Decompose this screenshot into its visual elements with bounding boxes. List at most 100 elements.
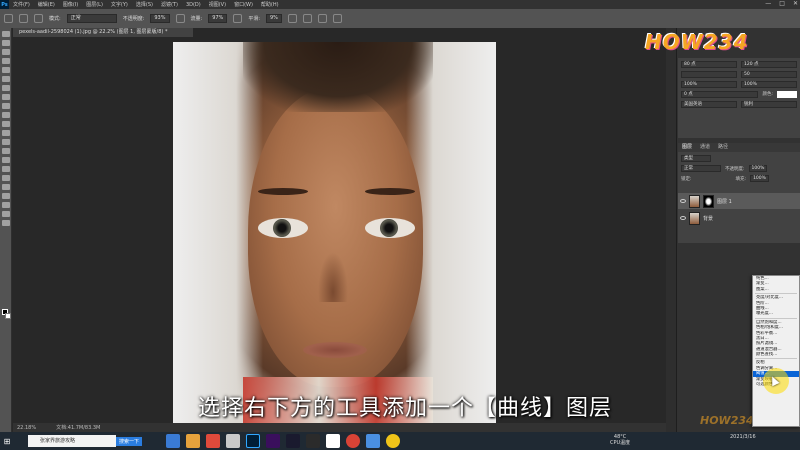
close-button[interactable]: ✕ (793, 0, 798, 7)
tab-channels[interactable]: 通道 (700, 143, 710, 152)
taskbar-search-button[interactable]: 搜索一下 (116, 436, 143, 446)
horizontal-scale-field[interactable]: 100% (741, 81, 797, 88)
airbrush-icon[interactable] (233, 14, 243, 23)
app-icon[interactable] (386, 434, 401, 448)
background-color-swatch[interactable] (5, 313, 11, 319)
eyedropper-tool-icon[interactable] (1, 85, 10, 91)
brush-settings-icon[interactable] (34, 14, 43, 23)
taskbar-search-field[interactable]: 张家界旅游攻略 (28, 435, 116, 447)
maximize-button[interactable]: □ (779, 0, 785, 7)
clone-stamp-tool-icon[interactable] (1, 112, 10, 118)
visibility-eye-icon[interactable] (680, 216, 686, 220)
lasso-tool-icon[interactable] (1, 49, 10, 55)
pressure-opacity-icon[interactable] (175, 14, 185, 23)
eraser-tool-icon[interactable] (1, 130, 10, 136)
baseline-shift-field[interactable]: 0 点 (681, 91, 759, 98)
brush-tool-icon[interactable] (1, 103, 10, 109)
angle-icon[interactable] (302, 14, 312, 23)
tracking-field[interactable]: 50 (741, 71, 797, 78)
menu-layer[interactable]: 图层(L) (82, 1, 107, 8)
document-tab[interactable]: pexels-aadil-2598024 (1).jpg @ 22.2% (图层… (13, 28, 193, 37)
task-view-icon[interactable] (166, 434, 181, 448)
flow-field[interactable]: 97% (208, 14, 228, 23)
app-icon[interactable] (306, 434, 321, 448)
zoom-tool-icon[interactable] (1, 211, 10, 217)
layer-thumbnail (689, 211, 700, 225)
hand-tool-icon[interactable] (1, 202, 10, 208)
cpu-temperature[interactable]: 48°C CPU温度 (610, 434, 630, 446)
text-color-swatch[interactable] (777, 91, 797, 98)
menu-type[interactable]: 文字(Y) (107, 1, 132, 8)
leading-field[interactable]: 120 点 (741, 61, 797, 68)
layer-mask-thumbnail[interactable] (703, 194, 714, 208)
layer-row[interactable]: 图层 1 (678, 193, 800, 209)
menu-filter[interactable]: 滤镜(T) (157, 1, 182, 8)
path-select-tool-icon[interactable] (1, 184, 10, 190)
windows-start-icon[interactable]: ⊞ (0, 432, 14, 450)
menu-help[interactable]: 帮助(H) (257, 1, 283, 8)
move-tool-icon[interactable] (1, 31, 10, 37)
chrome-icon[interactable] (206, 434, 221, 448)
system-clock[interactable]: 2021/3/16 (730, 434, 756, 441)
premiere-taskbar-icon[interactable] (266, 434, 281, 448)
menu-image[interactable]: 图像(I) (59, 1, 82, 8)
crop-tool-icon[interactable] (1, 67, 10, 73)
symmetry-icon[interactable] (332, 14, 342, 23)
adjustment-menu-item[interactable]: 曝光度... (753, 311, 799, 316)
more-tools-icon[interactable] (1, 220, 10, 226)
layer-row[interactable]: 背景 (678, 210, 800, 226)
antialias-select[interactable]: 锐利 (741, 101, 797, 108)
font-size-field[interactable]: 80 点 (681, 61, 737, 68)
layer-thumbnail (689, 194, 700, 208)
blend-mode-select[interactable]: 正常 (681, 165, 721, 172)
portrait-photo[interactable] (173, 42, 496, 426)
fill-field[interactable]: 100% (750, 175, 769, 182)
document-info[interactable]: 文档:41.7M/83.3M (56, 424, 100, 431)
menu-select[interactable]: 选择(S) (132, 1, 157, 8)
visibility-eye-icon[interactable] (680, 199, 686, 203)
zoom-level[interactable]: 22.18% (17, 425, 36, 431)
marquee-tool-icon[interactable] (1, 40, 10, 46)
app-icon[interactable] (326, 434, 341, 448)
kerning-field[interactable] (681, 71, 737, 78)
mode-label: 模式: (49, 16, 61, 22)
photoshop-taskbar-icon[interactable] (246, 434, 261, 448)
tab-layers[interactable]: 图层 (682, 143, 692, 152)
smoothing-settings-icon[interactable] (287, 14, 297, 23)
app-icon[interactable] (226, 434, 241, 448)
menu-edit[interactable]: 编辑(E) (34, 1, 59, 8)
app-icon[interactable] (366, 434, 381, 448)
pressure-size-icon[interactable] (317, 14, 327, 23)
adjustment-menu-item[interactable]: 颜色查找... (753, 352, 799, 357)
menu-view[interactable]: 视图(V) (205, 1, 230, 8)
rectangle-tool-icon[interactable] (1, 193, 10, 199)
mode-select[interactable]: 正常 (66, 14, 117, 23)
dodge-tool-icon[interactable] (1, 157, 10, 163)
after-effects-taskbar-icon[interactable] (286, 434, 301, 448)
layer-opacity-field[interactable]: 100% (748, 165, 768, 172)
adjustment-menu-item[interactable]: 图案... (753, 287, 799, 292)
brush-preset-icon[interactable] (19, 14, 28, 23)
opacity-field[interactable]: 93% (150, 14, 170, 23)
type-tool-icon[interactable] (1, 175, 10, 181)
tab-paths[interactable]: 路径 (718, 143, 728, 152)
healing-brush-tool-icon[interactable] (1, 94, 10, 100)
menu-file[interactable]: 文件(F) (9, 1, 34, 8)
minimize-button[interactable]: — (765, 0, 771, 7)
layer-filter-select[interactable]: 类型 (681, 155, 711, 162)
options-bar: 模式: 正常 不透明度: 93% 流量: 97% 平滑: 9% (0, 9, 800, 28)
file-explorer-icon[interactable] (186, 434, 201, 448)
quick-select-tool-icon[interactable] (1, 58, 10, 64)
smoothing-field[interactable]: 9% (266, 14, 282, 23)
language-select[interactable]: 美国英语 (681, 101, 737, 108)
history-brush-tool-icon[interactable] (1, 121, 10, 127)
app-icon[interactable] (346, 434, 361, 448)
menu-3d[interactable]: 3D(D) (182, 2, 205, 8)
vertical-scale-field[interactable]: 100% (681, 81, 737, 88)
gradient-tool-icon[interactable] (1, 139, 10, 145)
frame-tool-icon[interactable] (1, 76, 10, 82)
menu-window[interactable]: 窗口(W) (230, 1, 257, 8)
pen-tool-icon[interactable] (1, 166, 10, 172)
home-icon[interactable] (4, 14, 13, 23)
blur-tool-icon[interactable] (1, 148, 10, 154)
